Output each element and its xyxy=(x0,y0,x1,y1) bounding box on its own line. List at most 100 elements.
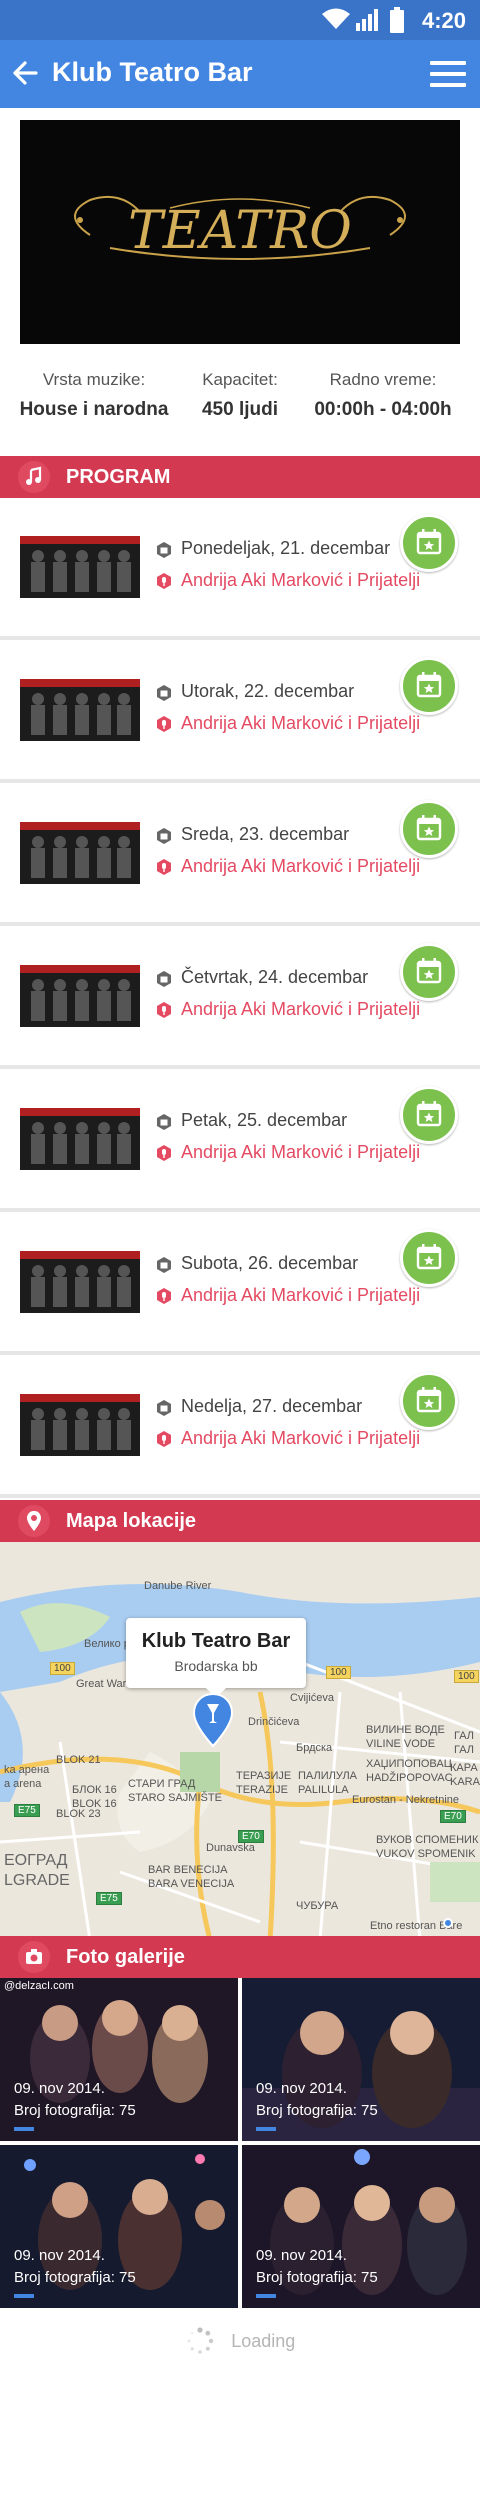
event-date: Nedelja, 27. decembar xyxy=(155,1396,362,1417)
calendar-star-icon xyxy=(416,1244,442,1270)
calendar-small-icon xyxy=(157,971,171,987)
calendar-star-icon xyxy=(416,958,442,984)
event-date: Utorak, 22. decembar xyxy=(155,681,354,702)
venue-logo-image: TEATRO xyxy=(20,120,460,344)
event-row[interactable]: Subota, 26. decembar Andrija Aki Markovi… xyxy=(0,1213,480,1355)
calendar-small-icon xyxy=(157,828,171,844)
loading-indicator: Loading xyxy=(0,2326,480,2356)
microphone-icon xyxy=(157,1431,171,1447)
add-to-calendar-button[interactable] xyxy=(400,943,458,1001)
album-photo-count: Broj fotografija: 75 xyxy=(14,2269,136,2286)
album-accent-bar xyxy=(14,2127,34,2131)
add-to-calendar-button[interactable] xyxy=(400,657,458,715)
event-performer: Andrija Aki Marković i Prijatelji xyxy=(155,1285,420,1306)
program-section-header: PROGRAM xyxy=(0,456,480,498)
gallery-album[interactable]: @delzacI.com 09. nov 2014. Broj fotograf… xyxy=(0,1978,238,2141)
status-bar: 4:20 xyxy=(0,0,480,40)
status-time: 4:20 xyxy=(421,8,466,33)
album-accent-bar xyxy=(256,2127,276,2131)
info-value: 00:00h - 04:00h xyxy=(314,399,452,420)
event-thumbnail xyxy=(20,822,140,884)
album-date: 09. nov 2014. xyxy=(14,2247,105,2264)
event-performer: Andrija Aki Marković i Prijatelji xyxy=(155,856,420,877)
microphone-icon xyxy=(157,716,171,732)
callout-address: Brodarska bb xyxy=(174,1658,258,1674)
event-performer: Andrija Aki Marković i Prijatelji xyxy=(155,1428,420,1449)
photo-watermark: @delzacI.com xyxy=(4,1980,74,1992)
teatro-logo: TEATRO xyxy=(74,196,406,261)
section-title: Mapa lokacije xyxy=(66,1510,197,1532)
event-performer: Andrija Aki Marković i Prijatelji xyxy=(155,713,420,734)
album-date: 09. nov 2014. xyxy=(256,2080,347,2097)
camera-icon xyxy=(18,1941,50,1973)
calendar-small-icon xyxy=(157,1257,171,1273)
info-music-type: Vrsta muzike: House i narodna xyxy=(14,370,174,421)
album-photo-count: Broj fotografija: 75 xyxy=(14,2102,136,2119)
add-to-calendar-button[interactable] xyxy=(400,1229,458,1287)
event-thumbnail xyxy=(20,536,140,598)
info-label: Kapacitet: xyxy=(202,370,278,389)
event-row[interactable]: Četvrtak, 24. decembar Andrija Aki Marko… xyxy=(0,927,480,1069)
event-row[interactable]: Ponedeljak, 21. decembar Andrija Aki Mar… xyxy=(0,498,480,640)
event-performer: Andrija Aki Marković i Prijatelji xyxy=(155,1142,420,1163)
album-date: 09. nov 2014. xyxy=(14,2080,105,2097)
info-capacity: Kapacitet: 450 ljudi xyxy=(160,370,320,421)
page-title: Klub Teatro Bar xyxy=(52,57,253,87)
calendar-small-icon xyxy=(157,685,171,701)
calendar-small-icon xyxy=(157,1400,171,1416)
event-thumbnail xyxy=(20,1394,140,1456)
event-thumbnail xyxy=(20,965,140,1027)
gallery-album[interactable]: 09. nov 2014. Broj fotografija: 75 xyxy=(242,1978,480,2141)
map-marker-icon[interactable] xyxy=(190,1692,236,1748)
calendar-star-icon xyxy=(416,1387,442,1413)
info-label: Radno vreme: xyxy=(329,370,437,389)
add-to-calendar-button[interactable] xyxy=(400,1086,458,1144)
microphone-icon xyxy=(157,859,171,875)
gallery-album[interactable]: 09. nov 2014. Broj fotografija: 75 xyxy=(242,2145,480,2308)
calendar-star-icon xyxy=(416,529,442,555)
album-photo-count: Broj fotografija: 75 xyxy=(256,2102,378,2119)
photo-gallery: @delzacI.com 09. nov 2014. Broj fotograf… xyxy=(0,1978,480,2308)
info-value: House i narodna xyxy=(19,399,169,420)
location-pin-icon xyxy=(18,1505,50,1537)
calendar-star-icon xyxy=(416,1101,442,1127)
event-performer: Andrija Aki Marković i Prijatelji xyxy=(155,570,420,591)
callout-venue-name: Klub Teatro Bar xyxy=(141,1630,291,1652)
album-accent-bar xyxy=(256,2294,276,2298)
back-arrow-icon[interactable] xyxy=(12,60,38,86)
album-photo-count: Broj fotografija: 75 xyxy=(256,2269,378,2286)
microphone-icon xyxy=(157,573,171,589)
album-accent-bar xyxy=(14,2294,34,2298)
map-callout[interactable]: Klub Teatro Bar Brodarska bb xyxy=(126,1618,306,1698)
gallery-section-header: Foto galerije xyxy=(0,1936,480,1978)
event-date: Subota, 26. decembar xyxy=(155,1253,358,1274)
info-working-hours: Radno vreme: 00:00h - 04:00h xyxy=(303,370,463,421)
album-date: 09. nov 2014. xyxy=(256,2247,347,2264)
event-date: Sreda, 23. decembar xyxy=(155,824,349,845)
battery-icon xyxy=(390,7,404,33)
add-to-calendar-button[interactable] xyxy=(400,800,458,858)
add-to-calendar-button[interactable] xyxy=(400,1372,458,1430)
info-value: 450 ljudi xyxy=(201,399,279,420)
music-note-icon xyxy=(18,461,50,493)
gallery-album[interactable]: 09. nov 2014. Broj fotografija: 75 xyxy=(0,2145,238,2308)
event-row[interactable]: Utorak, 22. decembar Andrija Aki Markovi… xyxy=(0,641,480,783)
hamburger-menu-icon[interactable] xyxy=(430,60,466,88)
microphone-icon xyxy=(157,1002,171,1018)
location-map[interactable]: Danube River Велико ратно острво Great W… xyxy=(0,1542,480,1940)
event-row[interactable]: Sreda, 23. decembar Andrija Aki Marković… xyxy=(0,784,480,926)
add-to-calendar-button[interactable] xyxy=(400,514,458,572)
loading-text: Loading xyxy=(231,2330,296,2351)
event-date: Petak, 25. decembar xyxy=(155,1110,347,1131)
event-row[interactable]: Nedelja, 27. decembar Andrija Aki Markov… xyxy=(0,1356,480,1498)
calendar-star-icon xyxy=(416,815,442,841)
event-row[interactable]: Petak, 25. decembar Andrija Aki Marković… xyxy=(0,1070,480,1212)
section-title: Foto galerije xyxy=(66,1946,185,1968)
spinner-icon xyxy=(187,2327,213,2354)
event-thumbnail xyxy=(20,1251,140,1313)
map-poi-dot xyxy=(443,1918,453,1928)
calendar-small-icon xyxy=(157,1114,171,1130)
app-bar: Klub Teatro Bar xyxy=(0,40,480,108)
map-section-header: Mapa lokacije xyxy=(0,1500,480,1542)
event-date: Ponedeljak, 21. decembar xyxy=(155,538,390,559)
